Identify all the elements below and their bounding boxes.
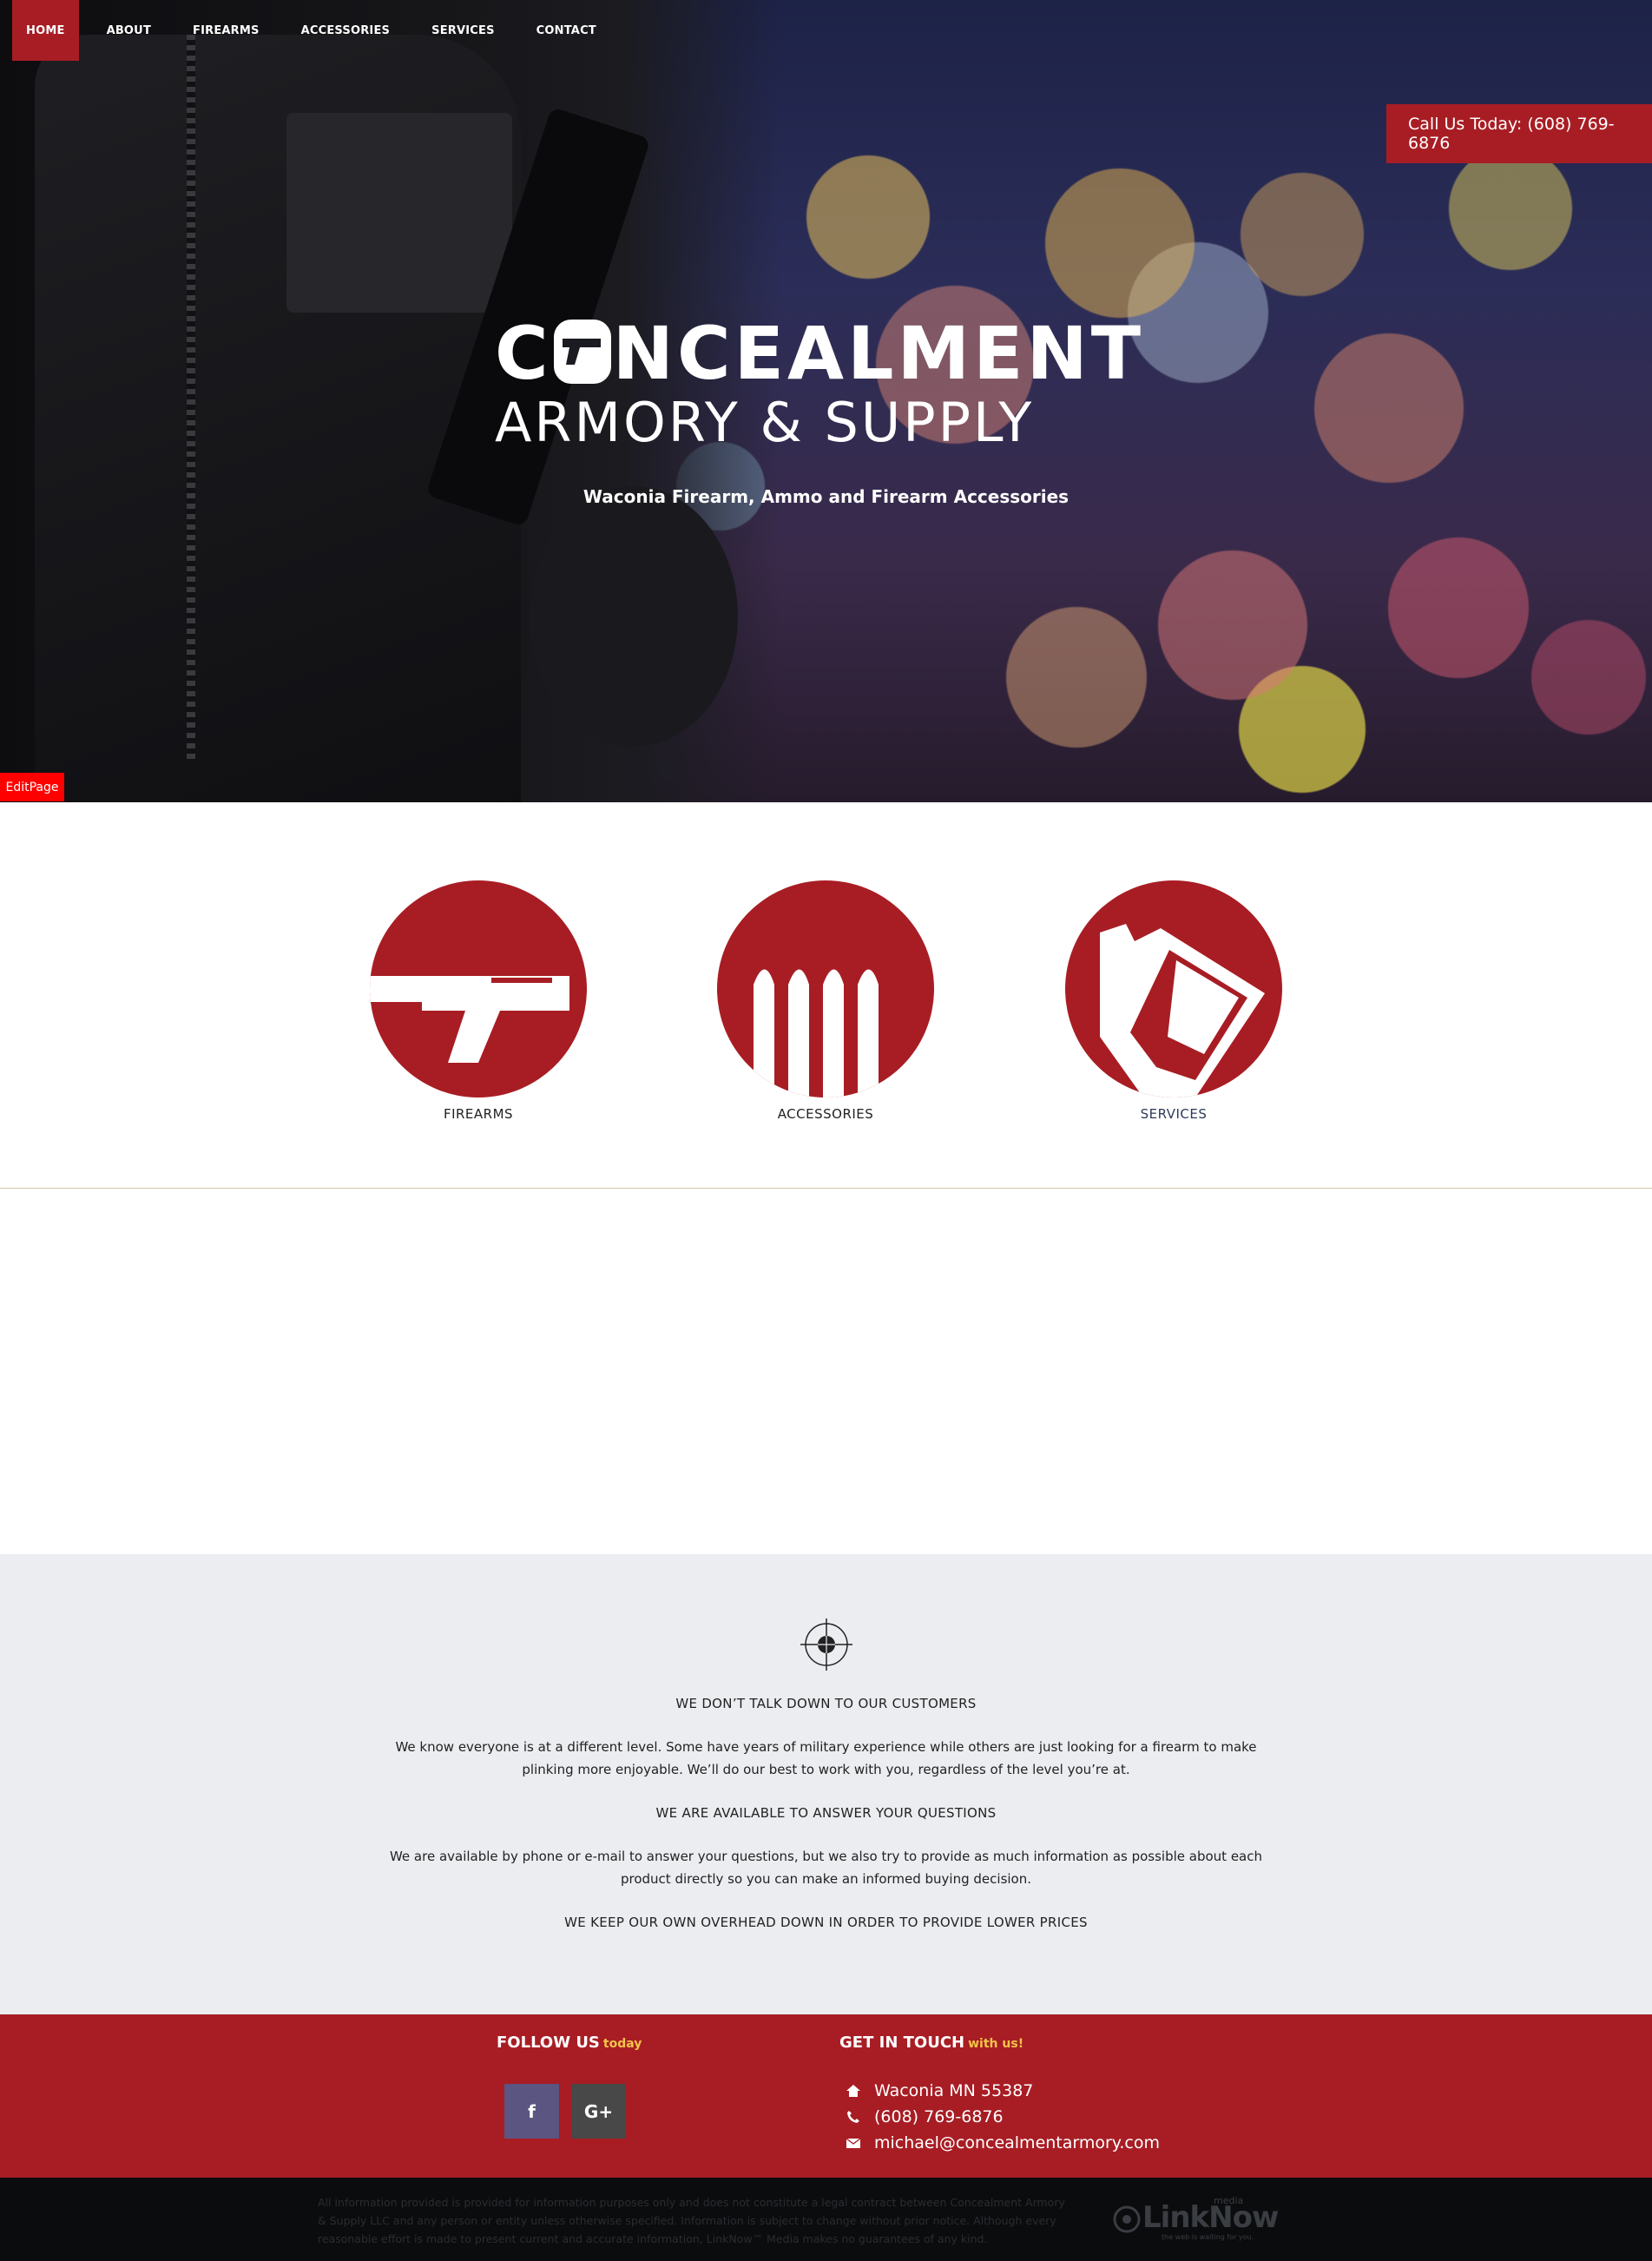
category-label: ACCESSORIES [777, 1106, 874, 1122]
facebook-button[interactable]: f [504, 2084, 559, 2139]
nav-firearms[interactable]: FIREARMS [179, 0, 273, 61]
tools-icon [1065, 880, 1282, 1098]
pistol-o-icon [553, 320, 611, 384]
site-logo[interactable]: C NCEALMENT ARMORY & SUPPLY [495, 314, 1155, 462]
bullets-icon [717, 880, 934, 1098]
home-icon [845, 2084, 862, 2098]
follow-us-title: FOLLOW US today [497, 2034, 642, 2052]
contact-phone[interactable]: (608) 769-6876 [845, 2107, 1004, 2126]
nav-contact[interactable]: CONTACT [523, 0, 610, 61]
info-heading-3: WE KEEP OUR OWN OVERHEAD DOWN IN ORDER T… [564, 1915, 1088, 1930]
pistol-icon [370, 880, 587, 1098]
nav-services[interactable]: SERVICES [418, 0, 509, 61]
category-label: SERVICES [1140, 1106, 1208, 1122]
linknow-logo[interactable]: LinkNow media the web is waiting for you… [1109, 2195, 1279, 2247]
info-paragraph-1-line-1: We know everyone is at a different level… [395, 1739, 1257, 1755]
about-info: WE DON’T TALK DOWN TO OUR CUSTOMERS We k… [0, 1554, 1652, 2014]
contact-address: Waconia MN 55387 [845, 2081, 1033, 2100]
phone-icon [845, 2110, 862, 2124]
legal-disclaimer: All information provided is provided for… [318, 2196, 1065, 2245]
category-firearms[interactable]: FIREARMS [365, 880, 591, 1122]
get-in-touch-title: GET IN TOUCH with us! [839, 2034, 1024, 2052]
googleplus-button[interactable]: G+ [571, 2084, 626, 2139]
category-accessories[interactable]: ACCESSORIES [713, 880, 938, 1122]
section-divider [0, 1188, 1652, 1189]
footer-bottom: All information provided is provided for… [0, 2178, 1652, 2261]
logo-line-1: C NCEALMENT [495, 311, 1145, 396]
facebook-icon: f [528, 2100, 536, 2122]
footer: FOLLOW US today f G+ GET IN TOUCH with us!… [0, 2014, 1652, 2178]
info-heading-1: WE DON’T TALK DOWN TO OUR CUSTOMERS [675, 1696, 977, 1711]
info-paragraph-1-line-2: plinking more enjoyable. We’ll do our be… [522, 1762, 1130, 1777]
linknow-icon [1113, 2205, 1141, 2233]
nav-about[interactable]: ABOUT [93, 0, 165, 61]
hero-tagline: Waconia Firearm, Ammo and Firearm Access… [582, 486, 1070, 507]
hero-banner: HOME ABOUT FIREARMS ACCESSORIES SERVICES… [0, 0, 1652, 802]
googleplus-icon: G+ [583, 2100, 614, 2122]
logo-line-2: ARMORY & SUPPLY [495, 391, 1035, 454]
main-nav: HOME ABOUT FIREARMS ACCESSORIES SERVICES… [12, 0, 624, 61]
mail-icon [845, 2137, 862, 2149]
edit-page-button[interactable]: EditPage [0, 773, 64, 801]
category-services[interactable]: SERVICES [1061, 880, 1287, 1122]
call-us-button[interactable]: Call Us Today: (608) 769-6876 [1386, 104, 1652, 163]
category-label: FIREARMS [443, 1106, 514, 1122]
nav-accessories[interactable]: ACCESSORIES [287, 0, 405, 61]
info-paragraph-2-line-2: product directly so you can make an info… [620, 1871, 1031, 1887]
category-icons: FIREARMS ACCESSORIES SERVICES [0, 802, 1652, 1189]
crosshair-icon [800, 1618, 852, 1671]
info-paragraph-2-line-1: We are available by phone or e-mail to a… [389, 1849, 1263, 1864]
info-heading-2: WE ARE AVAILABLE TO ANSWER YOUR QUESTION… [655, 1805, 997, 1821]
nav-home[interactable]: HOME [12, 0, 79, 61]
contact-email[interactable]: michael@concealmentarmory.com [845, 2133, 1160, 2152]
